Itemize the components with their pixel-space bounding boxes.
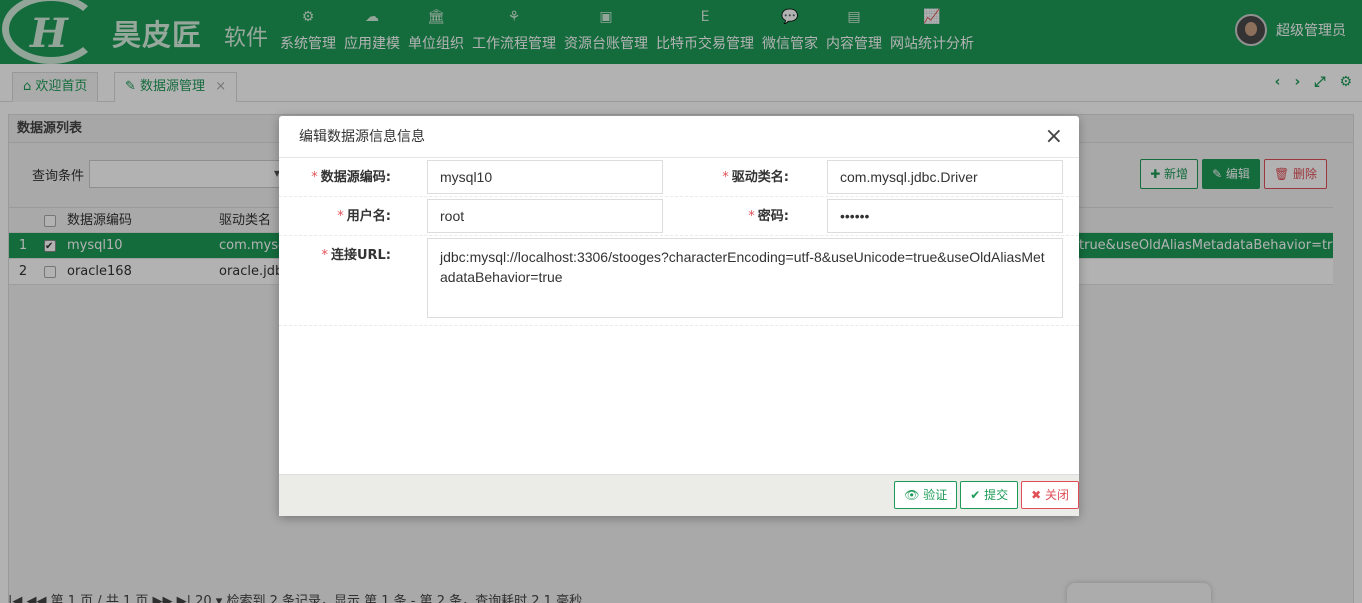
footer-buttons: 👁 验证 ✔ 提交 ✖ 关闭 bbox=[894, 481, 1079, 509]
username-field[interactable]: root bbox=[427, 199, 663, 233]
dialog-title: 编辑数据源信息信息 × bbox=[279, 116, 1079, 158]
form-row-code-driver: * 数据源编码: mysql10 * 驱动类名: com.mysql.jdbc.Dr… bbox=[279, 158, 1079, 197]
dialog-title-text: 编辑数据源信息信息 bbox=[299, 129, 425, 145]
dialog-footer: 👁 验证 ✔ 提交 ✖ 关闭 bbox=[279, 474, 1079, 516]
verify-button[interactable]: 👁 验证 bbox=[894, 481, 958, 509]
edit-datasource-dialog: 编辑数据源信息信息 × * 数据源编码: mysql10 * 驱动类名: com.m… bbox=[279, 116, 1079, 516]
code-field[interactable]: mysql10 bbox=[427, 160, 663, 194]
url-label: * 连接URL: bbox=[321, 248, 391, 263]
url-textarea[interactable]: jdbc:mysql://localhost:3306/stooges?char… bbox=[427, 238, 1063, 318]
driver-label: * 驱动类名: bbox=[722, 170, 789, 185]
user-label: * 用户名: bbox=[337, 209, 391, 224]
form-row-url: * 连接URL: jdbc:mysql://localhost:3306/stoo… bbox=[279, 236, 1079, 326]
code-label: * 数据源编码: bbox=[311, 170, 391, 185]
submit-button[interactable]: ✔ 提交 bbox=[960, 481, 1019, 509]
driver-field[interactable]: com.mysql.jdbc.Driver bbox=[827, 160, 1063, 194]
password-label: * 密码: bbox=[748, 209, 789, 224]
close-button[interactable]: ✖ 关闭 bbox=[1021, 481, 1079, 509]
password-field[interactable]: •••••• bbox=[827, 199, 1063, 233]
close-icon[interactable]: × bbox=[1045, 116, 1063, 158]
form-row-user-pwd: * 用户名: root * 密码: •••••• bbox=[279, 197, 1079, 236]
